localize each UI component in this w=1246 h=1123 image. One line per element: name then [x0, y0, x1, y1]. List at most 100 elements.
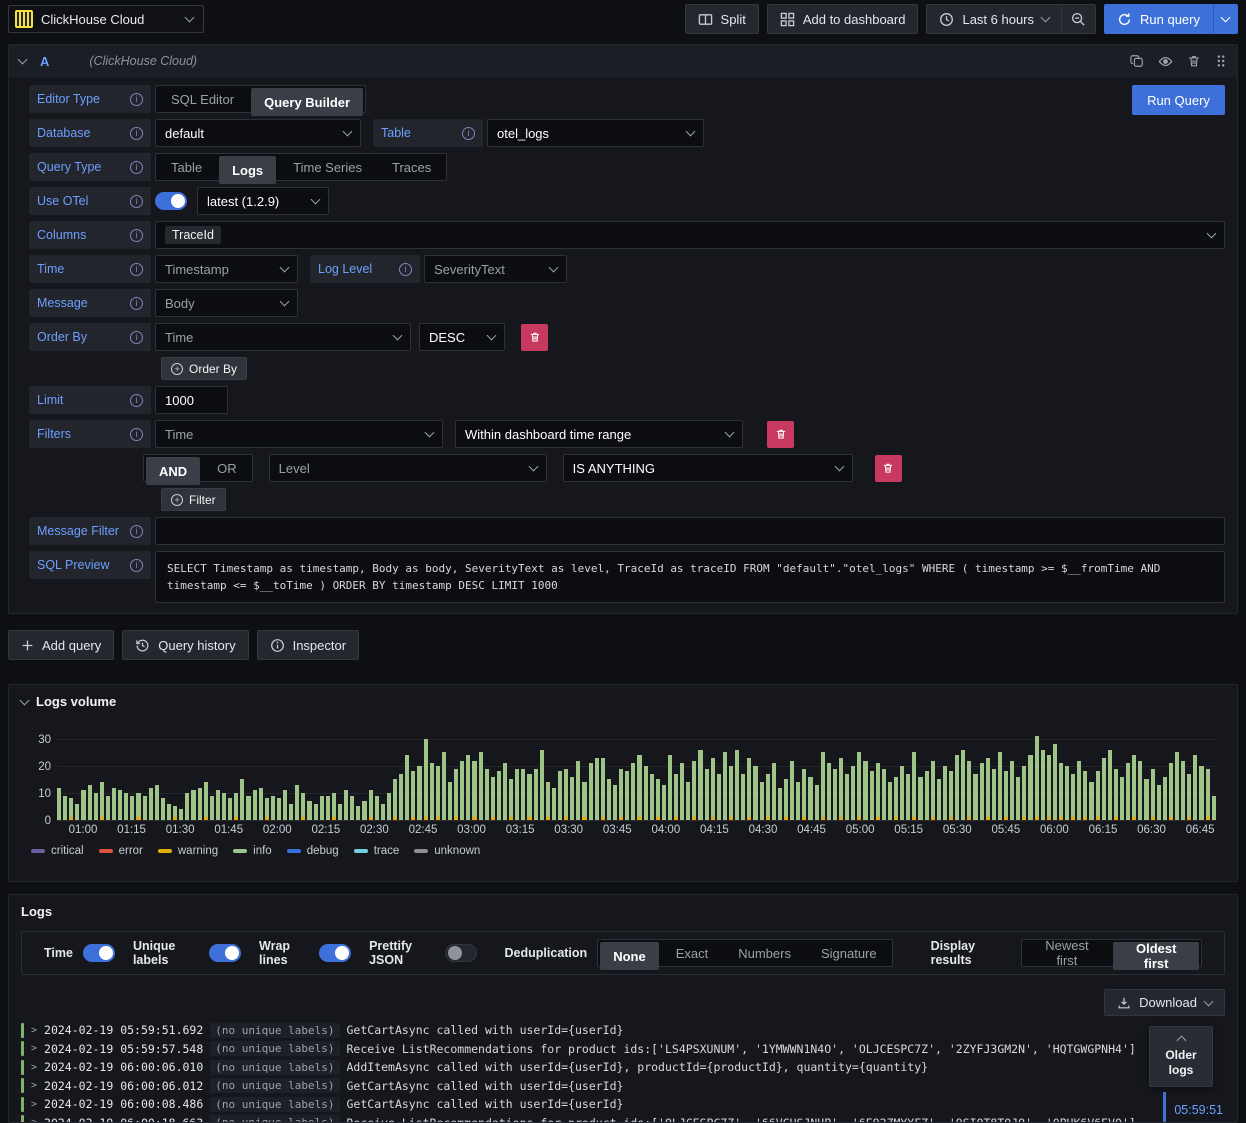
zoom-out-button[interactable]	[1062, 4, 1097, 34]
collapse-chevron-icon[interactable]	[19, 695, 30, 705]
display-option-oldest-first[interactable]: Oldest first	[1113, 941, 1199, 971]
time-range-picker[interactable]: Last 6 hours	[926, 4, 1063, 34]
add-query-button[interactable]: Add query	[8, 630, 115, 660]
info-icon[interactable]	[399, 262, 412, 276]
download-button[interactable]: Download	[1104, 989, 1225, 1016]
editor-type-option-sql-editor[interactable]: SQL Editor	[158, 88, 247, 110]
log-row[interactable]: >2024-02-19 06:00:06.010 (no unique label…	[21, 1058, 1225, 1077]
otel-version-select[interactable]: latest (1.2.9)	[197, 187, 329, 215]
add-order-by-button[interactable]: Order By	[161, 357, 248, 380]
inspector-button[interactable]: Inspector	[256, 630, 360, 660]
unique-labels-toggle[interactable]	[209, 944, 242, 962]
table-select[interactable]: otel_logs	[487, 119, 704, 147]
info-icon[interactable]	[130, 524, 143, 538]
remove-order-by-button[interactable]	[521, 323, 548, 351]
info-icon[interactable]	[130, 558, 143, 572]
info-icon[interactable]	[130, 393, 143, 407]
expand-caret-icon[interactable]: >	[31, 1117, 37, 1122]
collapse-chevron-icon[interactable]	[17, 54, 28, 65]
expand-caret-icon[interactable]: >	[31, 1099, 37, 1110]
info-icon[interactable]	[130, 160, 143, 174]
dedup-option-signature[interactable]: Signature	[808, 942, 890, 964]
info-icon[interactable]	[130, 126, 143, 140]
run-query-button[interactable]: Run query	[1104, 4, 1213, 34]
remove-filter-button[interactable]	[767, 420, 794, 448]
message-filter-input[interactable]	[155, 517, 1225, 545]
expand-caret-icon[interactable]: >	[31, 1043, 37, 1054]
log-row[interactable]: >2024-02-19 05:59:57.548 (no unique label…	[21, 1040, 1225, 1059]
datasource-picker[interactable]: ClickHouse Cloud	[8, 5, 204, 33]
run-query-dropdown-button[interactable]	[1213, 4, 1238, 34]
remove-query-trash-icon[interactable]	[1187, 54, 1201, 68]
legend-item-critical[interactable]: critical	[31, 845, 84, 857]
wrap-lines-toggle[interactable]	[319, 944, 352, 962]
filter-field-select[interactable]: Time	[155, 420, 443, 448]
info-icon[interactable]	[130, 262, 143, 276]
drag-handle-icon[interactable]	[1215, 54, 1227, 68]
chevron-down-icon	[834, 461, 845, 472]
query-type-option-table[interactable]: Table	[158, 156, 215, 178]
duplicate-query-icon[interactable]	[1130, 54, 1144, 68]
x-tick-label: 06:00	[1040, 824, 1069, 836]
info-icon[interactable]	[462, 126, 475, 140]
volume-bar	[649, 774, 654, 820]
legend-item-error[interactable]: error	[98, 845, 143, 857]
order-by-field-select[interactable]: Time	[155, 323, 411, 351]
editor-type-option-query-builder[interactable]: Query Builder	[251, 88, 364, 116]
filter2-operator-select[interactable]: IS ANYTHING	[562, 454, 853, 482]
info-icon[interactable]	[130, 296, 143, 310]
legend-item-debug[interactable]: debug	[286, 845, 339, 857]
query-type-option-logs[interactable]: Logs	[219, 156, 277, 184]
logs-volume-header[interactable]: Logs volume	[9, 685, 1237, 709]
legend-item-trace[interactable]: trace	[353, 845, 399, 857]
info-icon[interactable]	[130, 330, 143, 344]
legend-item-unknown[interactable]: unknown	[414, 845, 480, 857]
info-icon[interactable]	[130, 228, 143, 242]
prettify-json-toggle[interactable]	[444, 944, 477, 962]
info-icon[interactable]	[130, 194, 143, 208]
query-type-radio-group: Table Logs Time Series Traces	[155, 153, 448, 184]
log-row[interactable]: >2024-02-19 06:00:08.486 (no unique label…	[21, 1095, 1225, 1114]
legend-item-warning[interactable]: warning	[157, 845, 218, 857]
filter2-field-select[interactable]: Level	[268, 454, 547, 482]
dedup-option-numbers[interactable]: Numbers	[725, 942, 804, 964]
columns-multiselect[interactable]: TraceId	[155, 221, 1225, 249]
hide-response-eye-icon[interactable]	[1158, 54, 1173, 69]
message-column-select[interactable]: Body	[155, 289, 298, 317]
filter-operator-select[interactable]: Within dashboard time range	[455, 420, 743, 448]
add-to-dashboard-button[interactable]: Add to dashboard	[766, 4, 919, 34]
query-type-option-traces[interactable]: Traces	[379, 156, 444, 178]
log-row[interactable]: >2024-02-19 06:00:06.012 (no unique label…	[21, 1077, 1225, 1096]
query-row-header[interactable]: A (ClickHouse Cloud)	[9, 45, 1237, 77]
info-icon[interactable]	[130, 92, 143, 106]
order-by-direction-select[interactable]: DESC	[419, 323, 505, 351]
add-filter-button[interactable]: Filter	[161, 488, 226, 511]
column-chip[interactable]: TraceId	[165, 226, 221, 244]
log-row[interactable]: >2024-02-19 06:00:18.663 (no unique label…	[21, 1114, 1225, 1122]
log-level-select[interactable]: SeverityText	[424, 255, 567, 283]
dedup-option-none[interactable]: None	[600, 942, 659, 970]
panel-run-query-button[interactable]: Run Query	[1132, 85, 1225, 115]
limit-input[interactable]	[155, 386, 228, 414]
display-option-newest-first[interactable]: Newest first	[1024, 938, 1109, 968]
time-toggle[interactable]	[82, 944, 115, 962]
query-history-button[interactable]: Query history	[122, 630, 249, 660]
expand-caret-icon[interactable]: >	[31, 1025, 37, 1036]
expand-caret-icon[interactable]: >	[31, 1062, 37, 1073]
dedup-option-exact[interactable]: Exact	[663, 942, 722, 964]
database-select[interactable]: default	[155, 119, 361, 147]
expand-caret-icon[interactable]: >	[31, 1080, 37, 1091]
older-logs-button[interactable]: Older logs	[1149, 1026, 1213, 1087]
filter-bool-option-and[interactable]: AND	[146, 457, 201, 485]
log-row[interactable]: >2024-02-19 05:59:51.692 (no unique label…	[21, 1021, 1225, 1040]
time-column-select[interactable]: Timestamp	[155, 255, 298, 283]
legend-item-info[interactable]: info	[233, 845, 272, 857]
volume-bar	[771, 763, 776, 820]
info-icon[interactable]	[130, 427, 143, 441]
volume-bar	[496, 771, 501, 820]
query-type-option-time-series[interactable]: Time Series	[280, 156, 375, 178]
split-button[interactable]: Split	[684, 4, 759, 34]
use-otel-toggle[interactable]	[155, 192, 187, 210]
remove-filter2-button[interactable]	[874, 454, 902, 482]
filter-bool-option-or[interactable]: OR	[204, 457, 250, 479]
